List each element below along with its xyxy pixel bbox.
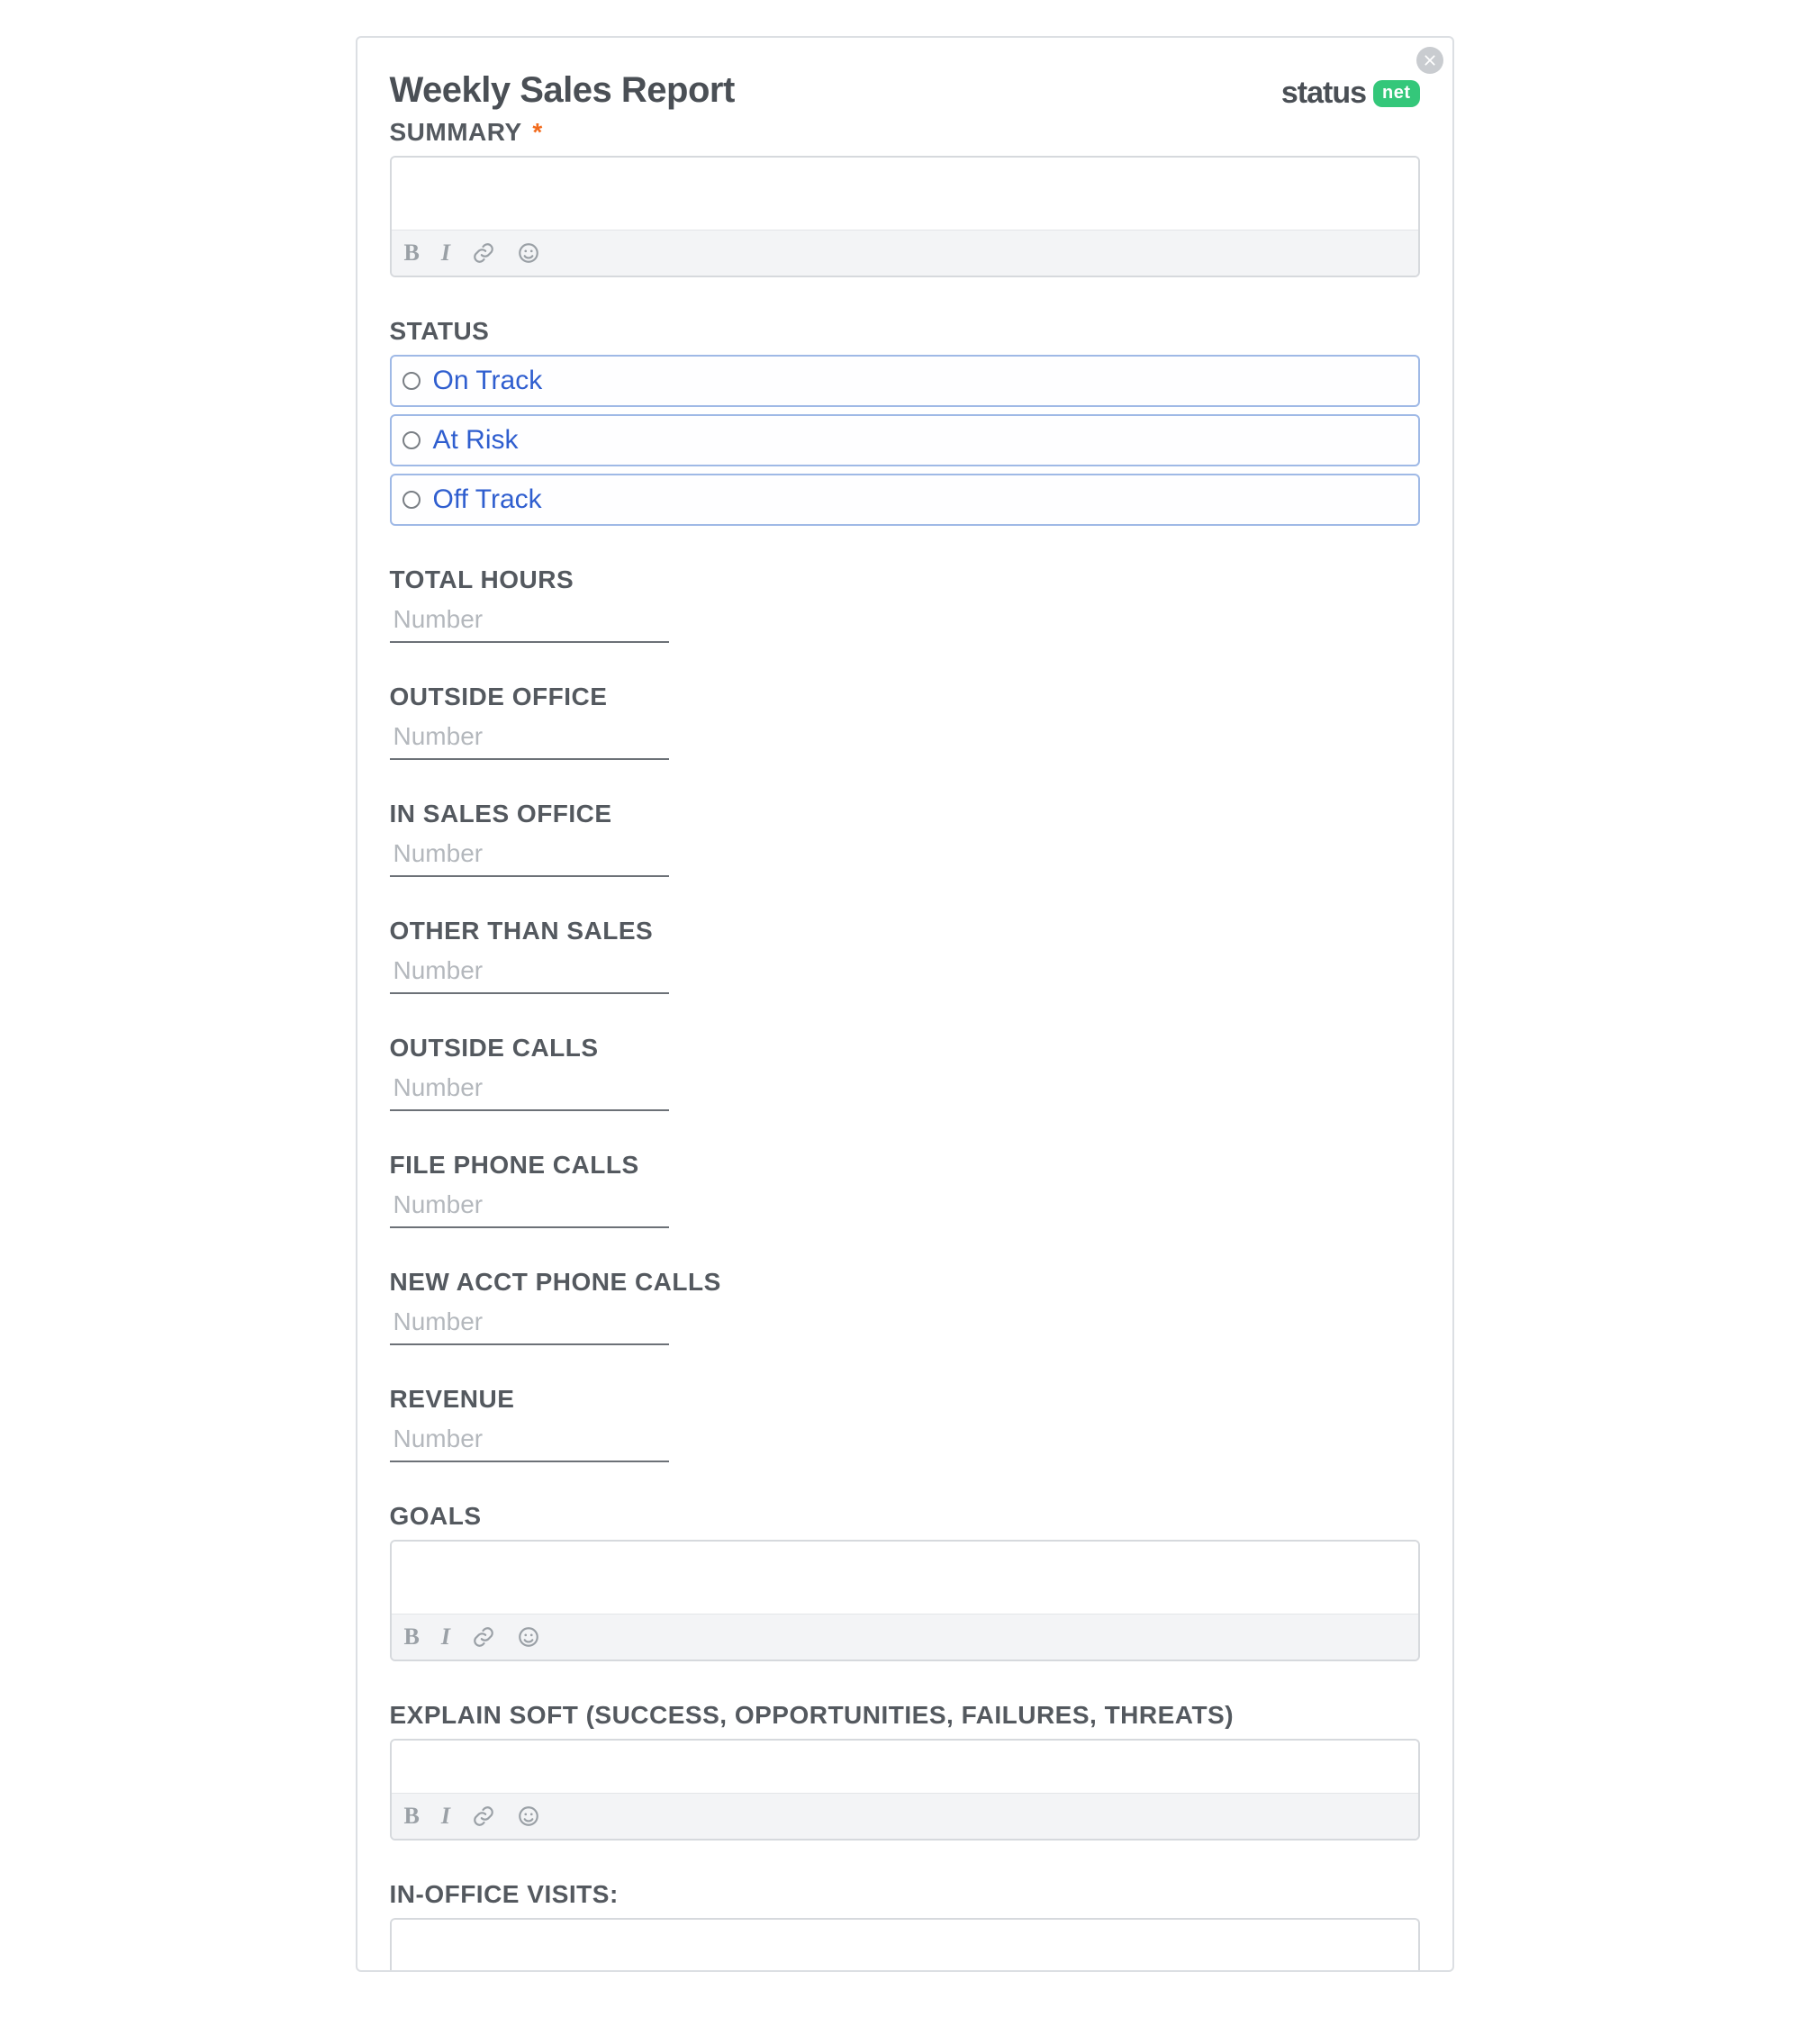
- total-hours-input[interactable]: [390, 600, 669, 643]
- in-sales-office-input[interactable]: [390, 834, 669, 877]
- italic-button[interactable]: I: [441, 240, 450, 267]
- label-total-hours: TOTAL HOURS: [390, 565, 1420, 594]
- in-office-visits-input[interactable]: [392, 1920, 1418, 1970]
- bold-button[interactable]: B: [404, 240, 420, 267]
- label-other-than-sales: OTHER THAN SALES: [390, 917, 1420, 945]
- link-icon[interactable]: [472, 1625, 495, 1649]
- label-summary: SUMMARY *: [390, 118, 735, 147]
- close-button[interactable]: [1416, 47, 1443, 74]
- label-status: STATUS: [390, 317, 1420, 346]
- label-revenue: REVENUE: [390, 1385, 1420, 1414]
- explain-soft-editor: B I: [390, 1739, 1420, 1841]
- emoji-icon[interactable]: [517, 241, 540, 265]
- status-option-label: Off Track: [433, 484, 542, 515]
- italic-button[interactable]: I: [441, 1623, 450, 1651]
- explain-soft-input[interactable]: [392, 1741, 1418, 1793]
- bold-button[interactable]: B: [404, 1803, 420, 1830]
- emoji-icon[interactable]: [517, 1804, 540, 1828]
- form-title: Weekly Sales Report: [390, 70, 735, 111]
- link-icon[interactable]: [472, 241, 495, 265]
- label-outside-office: OUTSIDE OFFICE: [390, 683, 1420, 711]
- form-card: Weekly Sales Report SUMMARY * status net…: [356, 36, 1454, 1972]
- link-icon[interactable]: [472, 1804, 495, 1828]
- status-option-label: On Track: [433, 366, 543, 396]
- status-radio-group: On Track At Risk Off Track: [390, 355, 1420, 526]
- summary-editor: B I: [390, 156, 1420, 277]
- label-in-sales-office: IN SALES OFFICE: [390, 800, 1420, 828]
- goals-input[interactable]: [392, 1542, 1418, 1614]
- status-option-at-risk[interactable]: At Risk: [390, 414, 1420, 466]
- label-outside-calls: OUTSIDE CALLS: [390, 1034, 1420, 1063]
- brand-logo: status net: [1281, 70, 1420, 111]
- radio-icon: [403, 372, 421, 390]
- status-option-off-track[interactable]: Off Track: [390, 474, 1420, 526]
- italic-button[interactable]: I: [441, 1803, 450, 1830]
- radio-icon: [403, 431, 421, 449]
- file-phone-calls-input[interactable]: [390, 1185, 669, 1228]
- summary-input[interactable]: [392, 158, 1418, 230]
- in-office-visits-editor: [390, 1918, 1420, 1970]
- form-header: Weekly Sales Report SUMMARY * status net: [390, 70, 1420, 147]
- status-option-on-track[interactable]: On Track: [390, 355, 1420, 407]
- explain-soft-toolbar: B I: [392, 1793, 1418, 1839]
- goals-toolbar: B I: [392, 1614, 1418, 1660]
- goals-editor: B I: [390, 1540, 1420, 1661]
- radio-icon: [403, 491, 421, 509]
- label-goals: GOALS: [390, 1502, 1420, 1531]
- status-option-label: At Risk: [433, 425, 519, 456]
- other-than-sales-input[interactable]: [390, 951, 669, 994]
- summary-toolbar: B I: [392, 230, 1418, 276]
- outside-calls-input[interactable]: [390, 1068, 669, 1111]
- label-in-office-visits: IN-OFFICE VISITS:: [390, 1880, 1420, 1909]
- outside-office-input[interactable]: [390, 717, 669, 760]
- label-new-acct-phone-calls: NEW ACCT PHONE CALLS: [390, 1268, 1420, 1297]
- bold-button[interactable]: B: [404, 1623, 420, 1651]
- label-file-phone-calls: FILE PHONE CALLS: [390, 1151, 1420, 1180]
- emoji-icon[interactable]: [517, 1625, 540, 1649]
- required-marker: *: [532, 118, 542, 146]
- revenue-input[interactable]: [390, 1419, 669, 1462]
- new-acct-phone-calls-input[interactable]: [390, 1302, 669, 1345]
- close-icon: [1424, 54, 1436, 67]
- label-explain-soft: EXPLAIN SOFT (SUCCESS, OPPORTUNITIES, FA…: [390, 1701, 1420, 1730]
